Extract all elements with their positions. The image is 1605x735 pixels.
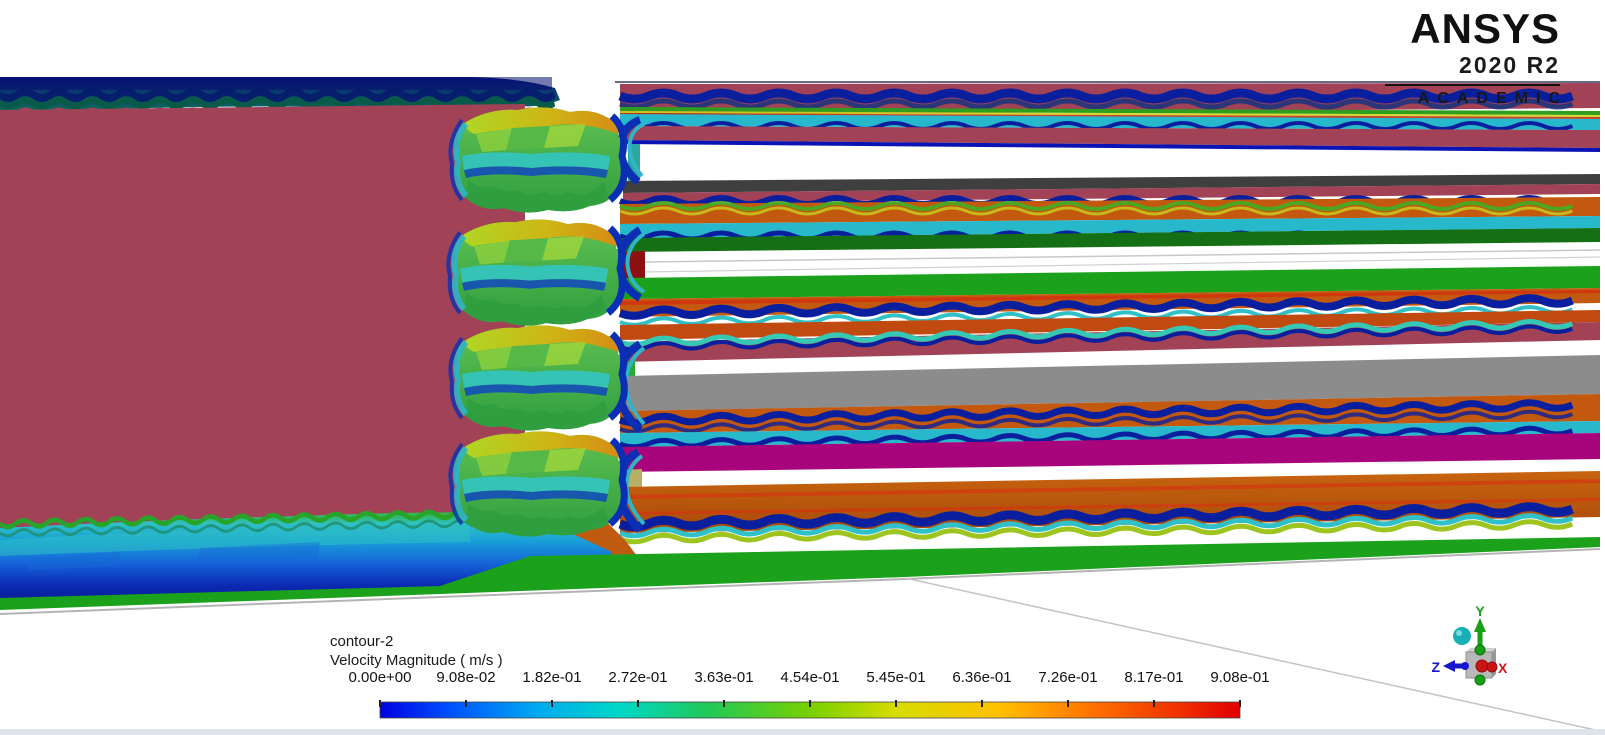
z-axis-label[interactable]: Z xyxy=(1431,659,1440,675)
tick-label: 5.45e-01 xyxy=(866,669,925,686)
isosurface-blob-1 xyxy=(450,107,626,212)
colorbar-tick-labels: 0.00e+00 9.08e-02 1.82e-01 2.72e-01 3.63… xyxy=(349,669,1270,686)
tick-label: 1.82e-01 xyxy=(522,669,581,686)
y-axis-knob xyxy=(1475,645,1485,655)
fluent-graphics-window[interactable]: contour-2 Velocity Magnitude ( m/s ) 0.0… xyxy=(0,0,1605,735)
y-axis-knob-bottom xyxy=(1475,675,1485,685)
tick-label: 9.08e-01 xyxy=(1210,669,1269,686)
tick-label: 8.17e-01 xyxy=(1124,669,1183,686)
x-axis-knob-2 xyxy=(1487,662,1497,672)
isosurface-blob-2 xyxy=(448,220,624,326)
z-axis-knob xyxy=(1461,662,1469,670)
ansys-logo-version: 2020 R2 xyxy=(1385,52,1560,79)
tick-label: 2.72e-01 xyxy=(608,669,667,686)
triad-origin-sphere xyxy=(1453,627,1471,645)
ansys-logo-divider xyxy=(1385,84,1560,86)
tick-label: 0.00e+00 xyxy=(349,669,412,686)
tick-label: 4.54e-01 xyxy=(780,669,839,686)
tick-label: 6.36e-01 xyxy=(952,669,1011,686)
tick-label: 7.26e-01 xyxy=(1038,669,1097,686)
window-bottom-strip xyxy=(0,729,1605,735)
ansys-logo-edition: ACADEMIC xyxy=(1385,90,1568,108)
y-axis-label[interactable]: Y xyxy=(1475,603,1485,619)
tick-label: 9.08e-02 xyxy=(436,669,495,686)
triad-sphere-highlight xyxy=(1456,630,1462,636)
isosurface-blob-4 xyxy=(450,431,626,536)
right-margin xyxy=(1600,0,1605,735)
ansys-logo-brand: ANSYS xyxy=(1385,8,1560,50)
isosurface-blob-3 xyxy=(450,325,626,430)
x-axis-label[interactable]: X xyxy=(1498,660,1508,676)
x-axis-knob xyxy=(1476,660,1488,672)
contour-name-label: contour-2 xyxy=(330,633,393,650)
tick-label: 3.63e-01 xyxy=(694,669,753,686)
field-label: Velocity Magnitude ( m/s ) xyxy=(330,652,503,669)
ansys-logo: ANSYS 2020 R2 ACADEMIC xyxy=(1385,8,1560,108)
graphics-viewport[interactable]: contour-2 Velocity Magnitude ( m/s ) 0.0… xyxy=(0,0,1605,735)
side-wall xyxy=(0,104,525,533)
